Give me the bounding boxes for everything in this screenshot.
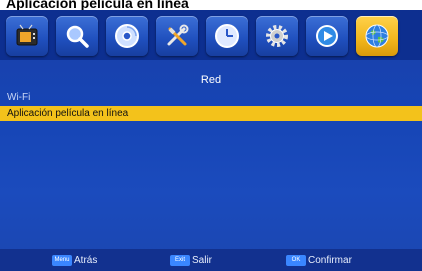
disc-icon [115, 24, 139, 48]
icon-bar [0, 10, 422, 60]
tab-tv[interactable] [6, 16, 48, 56]
back-hint[interactable]: Menu Atrás [52, 254, 97, 267]
tab-time[interactable] [206, 16, 248, 56]
ok-key-badge: OK [286, 255, 306, 266]
footer-hint-bar: Menu Atrás Exit Salir OK Confirmar [0, 249, 422, 271]
menu-key-badge: Menu [52, 255, 72, 266]
gear-icon [266, 25, 288, 47]
tab-play[interactable] [306, 16, 348, 56]
search-icon [66, 25, 89, 48]
tv-icon [16, 24, 38, 46]
back-label: Atrás [74, 255, 98, 266]
tab-network[interactable] [356, 16, 398, 56]
tv-menu-screen: Red Wi-Fi Aplicación película en línea M… [0, 10, 422, 271]
confirm-label: Confirmar [308, 255, 352, 266]
exit-label: Salir [192, 255, 213, 266]
exit-hint[interactable]: Exit Salir [170, 254, 212, 267]
menu-item-online-movies[interactable]: Aplicación película en línea [0, 106, 422, 121]
clock-icon [215, 24, 239, 48]
menu-item-wifi[interactable]: Wi-Fi [0, 90, 422, 105]
exit-key-badge: Exit [170, 255, 190, 266]
page: Aplicación película en línea Red Wi-Fi A… [0, 0, 422, 271]
confirm-hint[interactable]: OK Confirmar [286, 254, 352, 267]
tab-media[interactable] [106, 16, 148, 56]
play-icon [316, 25, 338, 47]
tab-settings[interactable] [256, 16, 298, 56]
tab-tools[interactable] [156, 16, 198, 56]
page-caption: Aplicación película en línea [6, 0, 189, 11]
section-title: Red [200, 74, 222, 86]
tab-search[interactable] [56, 16, 98, 56]
tools-icon [167, 24, 189, 46]
globe-icon [365, 24, 389, 48]
